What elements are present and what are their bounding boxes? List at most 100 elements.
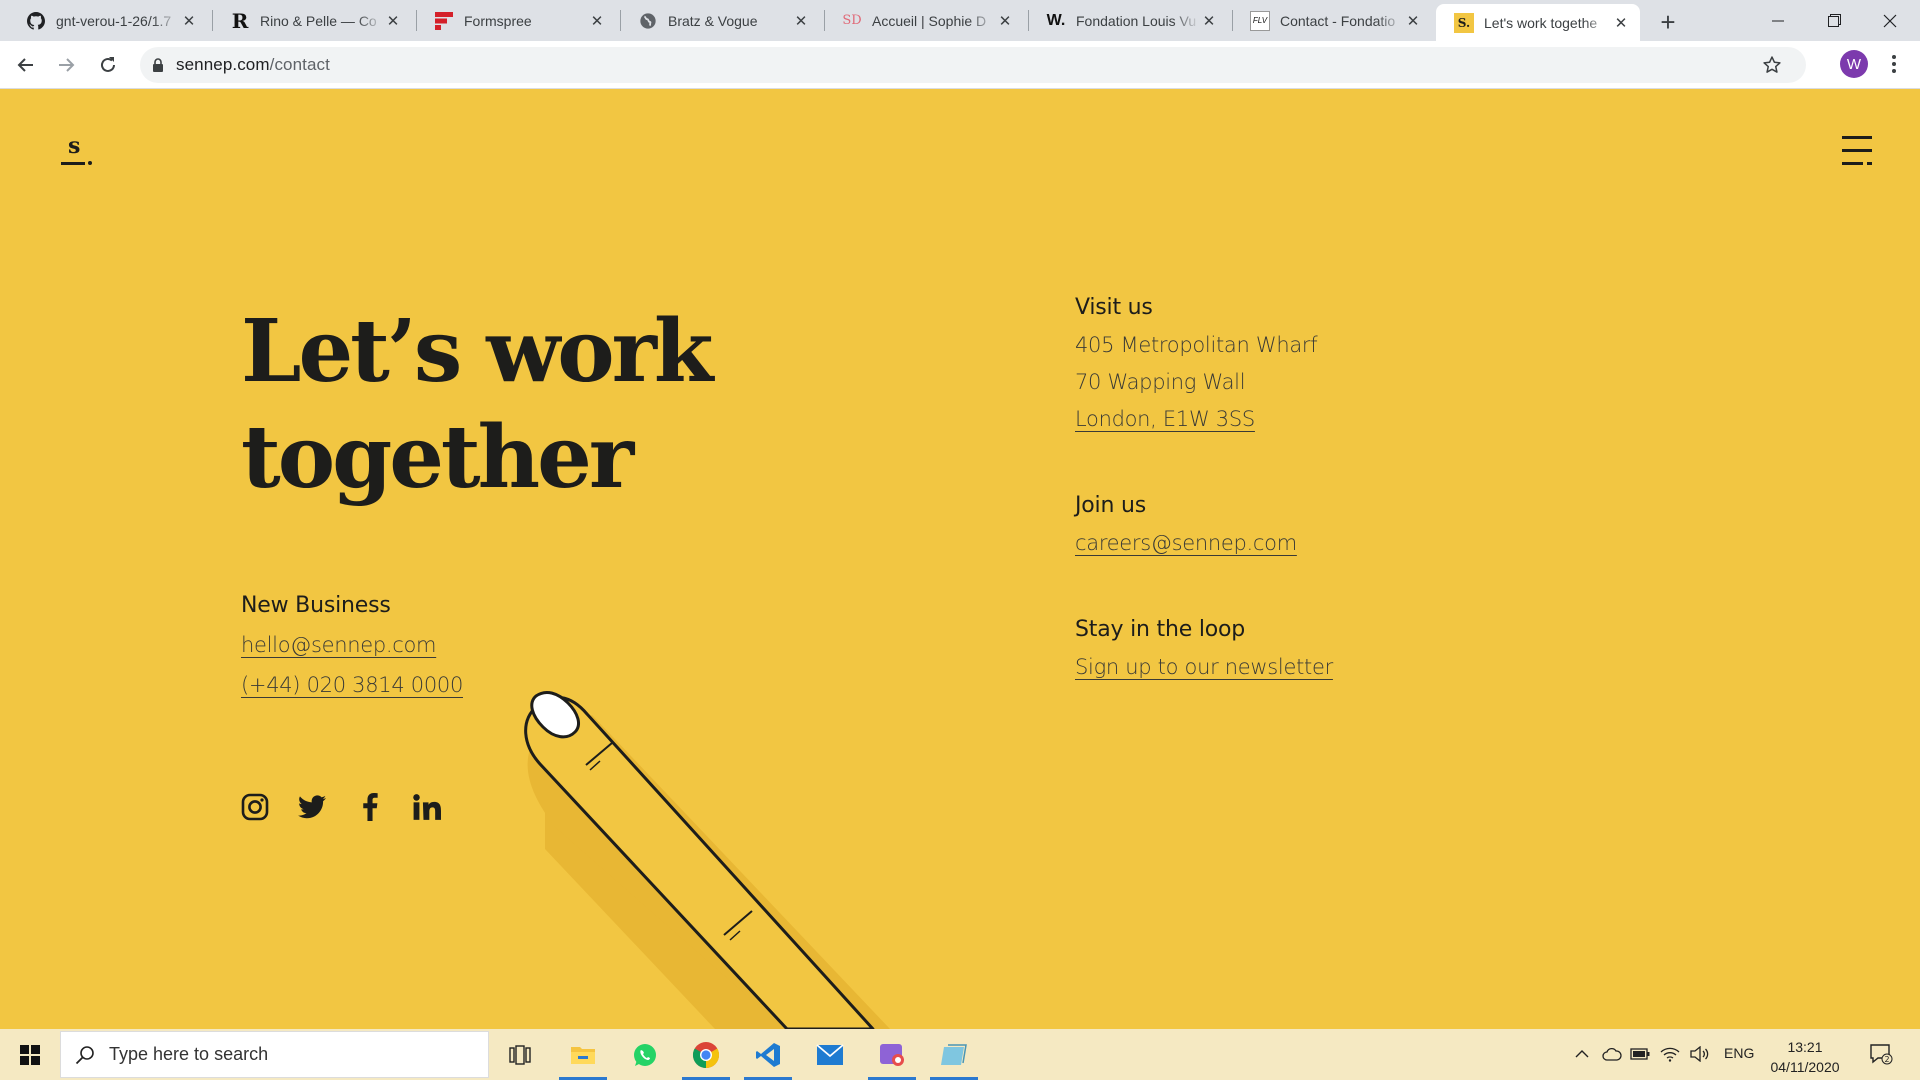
restore-button[interactable] [1806, 0, 1862, 41]
close-window-button[interactable] [1862, 0, 1918, 41]
knuckle-crease [589, 760, 601, 771]
tab-sennep-active[interactable]: S. Let's work togethe ✕ [1436, 4, 1640, 41]
flv-icon: FLV [1250, 10, 1270, 31]
back-arrow-icon [17, 58, 33, 72]
hamburger-menu-button[interactable] [1842, 134, 1874, 168]
close-icon[interactable]: ✕ [1404, 12, 1422, 30]
battery-icon[interactable] [1630, 1044, 1650, 1064]
windows-logo-icon [20, 1044, 40, 1065]
knuckle-crease [723, 910, 753, 936]
media-icon[interactable] [864, 1029, 920, 1080]
heading-line-2: together [241, 407, 634, 508]
logo-letter: s [68, 133, 81, 159]
restore-icon [1827, 14, 1841, 27]
task-view-icon[interactable] [492, 1029, 548, 1080]
wifi-icon[interactable] [1660, 1044, 1680, 1064]
new-tab-button[interactable]: + [1654, 7, 1682, 37]
url-path: /contact [269, 55, 330, 74]
close-icon[interactable]: ✕ [792, 12, 810, 30]
clock-date: 04/11/2020 [1770, 1059, 1840, 1075]
heading-line-1: Let’s work [241, 301, 713, 402]
finger-illustration [524, 691, 890, 1029]
close-icon[interactable]: ✕ [384, 12, 402, 30]
profile-avatar[interactable]: W [1840, 50, 1868, 78]
finger-body [524, 695, 875, 1029]
notification-count: 2 [1884, 1055, 1889, 1064]
tab-title: Accueil | Sophie D [872, 12, 987, 29]
vscode-icon[interactable] [740, 1029, 796, 1080]
clock-time: 13:21 [1787, 1039, 1823, 1055]
sophie-icon: SD [842, 13, 862, 28]
whatsapp-icon[interactable] [617, 1029, 673, 1080]
taskbar-search-box[interactable]: Type here to search [60, 1031, 489, 1078]
notes-icon[interactable] [926, 1029, 982, 1080]
careers-email-link[interactable]: careers@sennep.com [1075, 531, 1297, 555]
visit-us-title: Visit us [1075, 295, 1153, 320]
clock[interactable]: 13:21 04/11/2020 [1770, 1037, 1840, 1077]
tab-title: gnt-verou-1-26/1.7 [56, 12, 172, 29]
browser-menu-button[interactable] [1880, 50, 1908, 78]
formspree-icon [434, 11, 454, 31]
close-icon[interactable]: ✕ [996, 12, 1014, 30]
join-us-title: Join us [1075, 493, 1147, 518]
notifications-icon[interactable]: 2 [1868, 1044, 1894, 1065]
facebook-icon[interactable] [355, 792, 385, 822]
tab-github[interactable]: gnt-verou-1-26/1.7 ✕ [8, 0, 208, 41]
windows-taskbar: Type here to search ENG 13:21 04/11/2020… [0, 1029, 1920, 1080]
twitter-icon[interactable] [297, 792, 327, 822]
tab-title: Let's work togethe [1484, 14, 1598, 31]
new-business-title: New Business [241, 593, 391, 618]
address-bar[interactable]: sennep.com/contact [140, 47, 1806, 83]
chrome-icon[interactable] [678, 1029, 734, 1080]
address-line-2: 70 Wapping Wall [1075, 370, 1246, 394]
start-button[interactable] [0, 1029, 60, 1080]
site-logo[interactable]: s [60, 133, 100, 169]
close-icon[interactable]: ✕ [588, 12, 606, 30]
github-icon [26, 11, 46, 31]
web-page: s Let’s work together New Business hello… [0, 89, 1920, 1029]
linkedin-icon[interactable] [412, 792, 442, 822]
volume-icon[interactable] [1690, 1044, 1710, 1064]
tab-fondation-louis-vuitton[interactable]: W. Fondation Louis Vu ✕ [1028, 0, 1228, 41]
tab-contact-fondation[interactable]: FLV Contact - Fondatio ✕ [1232, 0, 1432, 41]
tab-sophie[interactable]: SD Accueil | Sophie D ✕ [824, 0, 1024, 41]
tab-formspree[interactable]: Formspree ✕ [416, 0, 616, 41]
tab-title: Formspree [464, 12, 532, 29]
instagram-icon[interactable] [240, 792, 270, 822]
minimize-button[interactable] [1750, 0, 1806, 41]
tab-title: Rino & Pelle — Co [260, 12, 377, 29]
file-explorer-icon[interactable] [555, 1029, 611, 1080]
onedrive-cloud-icon[interactable] [1602, 1044, 1622, 1064]
bookmark-star-icon[interactable] [1762, 55, 1782, 80]
new-business-phone-link[interactable]: (+44) 020 3814 0000 [241, 673, 463, 697]
address-map-link[interactable]: London, E1W 3SS [1075, 407, 1255, 431]
language-indicator[interactable]: ENG [1724, 1045, 1754, 1061]
newsletter-signup-link[interactable]: Sign up to our newsletter [1075, 655, 1333, 679]
sennep-icon: S. [1454, 12, 1474, 33]
new-business-email-link[interactable]: hello@sennep.com [241, 633, 437, 657]
tab-bratz-vogue[interactable]: Bratz & Vogue ✕ [620, 0, 820, 41]
close-icon[interactable]: ✕ [1612, 14, 1630, 32]
back-button[interactable] [10, 49, 42, 81]
tab-rino-pelle[interactable]: R Rino & Pelle — Co ✕ [212, 0, 412, 41]
url-text: sennep.com/contact [176, 55, 330, 75]
reload-button[interactable] [92, 49, 124, 81]
tab-title: Fondation Louis Vu [1076, 12, 1197, 29]
tab-title: Bratz & Vogue [668, 12, 758, 29]
browser-tab-strip: gnt-verou-1-26/1.7 ✕ R Rino & Pelle — Co… [0, 0, 1920, 41]
close-icon[interactable]: ✕ [1200, 12, 1218, 30]
fingernail [530, 691, 580, 739]
mail-icon[interactable] [802, 1029, 858, 1080]
show-hidden-icons-chevron-icon[interactable] [1572, 1044, 1592, 1064]
forward-button[interactable] [50, 49, 82, 81]
close-icon[interactable]: ✕ [180, 12, 198, 30]
search-icon [75, 1045, 95, 1065]
finger-shadow [545, 754, 870, 1029]
forward-arrow-icon [59, 58, 75, 72]
stay-in-loop-title: Stay in the loop [1075, 617, 1246, 642]
address-line-1: 405 Metropolitan Wharf [1075, 333, 1318, 357]
rino-pelle-icon: R [231, 8, 249, 33]
knuckle-crease [729, 930, 741, 941]
knuckle-crease [585, 742, 613, 766]
tab-title: Contact - Fondatio [1280, 12, 1396, 29]
